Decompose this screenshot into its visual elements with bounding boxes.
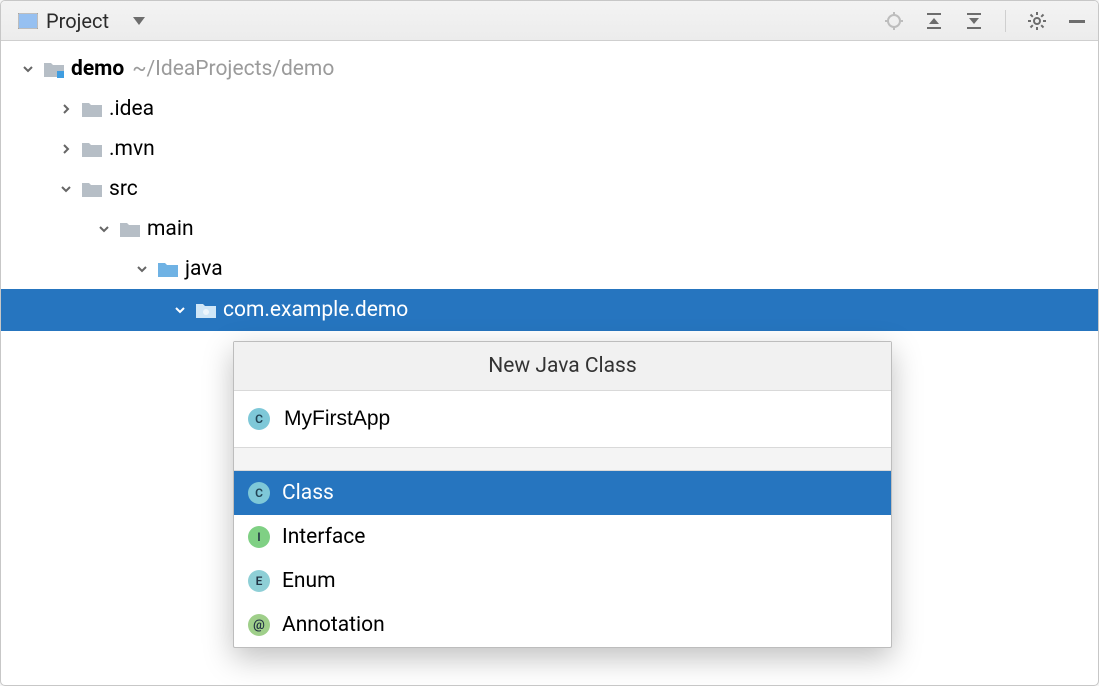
tree-node-idea[interactable]: .idea	[1, 89, 1098, 129]
kind-option-interface[interactable]: I Interface	[234, 515, 891, 559]
project-toolbar: Project	[1, 1, 1098, 41]
collapse-all-icon[interactable]	[963, 10, 985, 32]
tree-node-label: com.example.demo	[223, 298, 408, 322]
tree-node-package[interactable]: com.example.demo	[1, 289, 1098, 331]
chevron-down-icon[interactable]	[95, 220, 113, 238]
tree-node-label: java	[185, 257, 223, 281]
locate-icon[interactable]	[883, 10, 905, 32]
toolbar-separator	[1005, 10, 1006, 32]
interface-badge-icon: I	[248, 526, 270, 548]
chevron-down-icon[interactable]	[57, 180, 75, 198]
view-combo-label: Project	[46, 9, 109, 33]
folder-icon	[119, 220, 141, 238]
expand-all-icon[interactable]	[923, 10, 945, 32]
popup-title: New Java Class	[234, 342, 891, 391]
tree-node-label: main	[147, 217, 194, 241]
class-name-input[interactable]	[282, 401, 877, 437]
tree-node-java[interactable]: java	[1, 249, 1098, 289]
tree-node-label: src	[109, 177, 138, 201]
popup-name-row: C	[234, 391, 891, 448]
source-folder-icon	[157, 260, 179, 278]
toolbar-actions	[883, 10, 1088, 32]
kind-option-annotation[interactable]: @ Annotation	[234, 603, 891, 647]
chevron-down-icon[interactable]	[171, 301, 189, 319]
new-java-class-popup: New Java Class C C Class I Interface E E…	[233, 341, 892, 648]
project-view-icon	[18, 13, 38, 29]
option-label: Interface	[282, 525, 365, 549]
kind-option-class[interactable]: C Class	[234, 471, 891, 515]
popup-separator	[234, 448, 891, 471]
class-badge-icon: C	[248, 482, 270, 504]
hide-icon[interactable]	[1066, 10, 1088, 32]
dropdown-caret-icon	[133, 17, 145, 25]
tree-node-label: demo~/IdeaProjects/demo	[71, 57, 334, 81]
tree-node-src[interactable]: src	[1, 169, 1098, 209]
ide-project-panel: Project	[0, 0, 1099, 686]
kind-option-enum[interactable]: E Enum	[234, 559, 891, 603]
class-badge-icon: C	[248, 408, 270, 430]
gear-icon[interactable]	[1026, 10, 1048, 32]
tree-node-main[interactable]: main	[1, 209, 1098, 249]
tree-node-root[interactable]: demo~/IdeaProjects/demo	[1, 49, 1098, 89]
tree-node-label: .mvn	[109, 137, 155, 161]
option-label: Class	[282, 481, 334, 505]
option-label: Annotation	[282, 613, 385, 637]
chevron-down-icon[interactable]	[133, 260, 151, 278]
kind-list: C Class I Interface E Enum @ Annotation	[234, 471, 891, 647]
chevron-right-icon[interactable]	[57, 100, 75, 118]
option-label: Enum	[282, 569, 336, 593]
view-combo[interactable]: Project	[11, 5, 156, 37]
package-icon	[195, 301, 217, 319]
enum-badge-icon: E	[248, 570, 270, 592]
chevron-down-icon[interactable]	[19, 60, 37, 78]
tree-node-mvn[interactable]: .mvn	[1, 129, 1098, 169]
chevron-right-icon[interactable]	[57, 140, 75, 158]
project-tree[interactable]: demo~/IdeaProjects/demo .idea .mvn src m…	[1, 41, 1098, 331]
folder-icon	[81, 100, 103, 118]
module-folder-icon	[43, 60, 65, 78]
annotation-badge-icon: @	[248, 614, 270, 636]
folder-icon	[81, 180, 103, 198]
tree-node-label: .idea	[109, 97, 154, 121]
folder-icon	[81, 140, 103, 158]
